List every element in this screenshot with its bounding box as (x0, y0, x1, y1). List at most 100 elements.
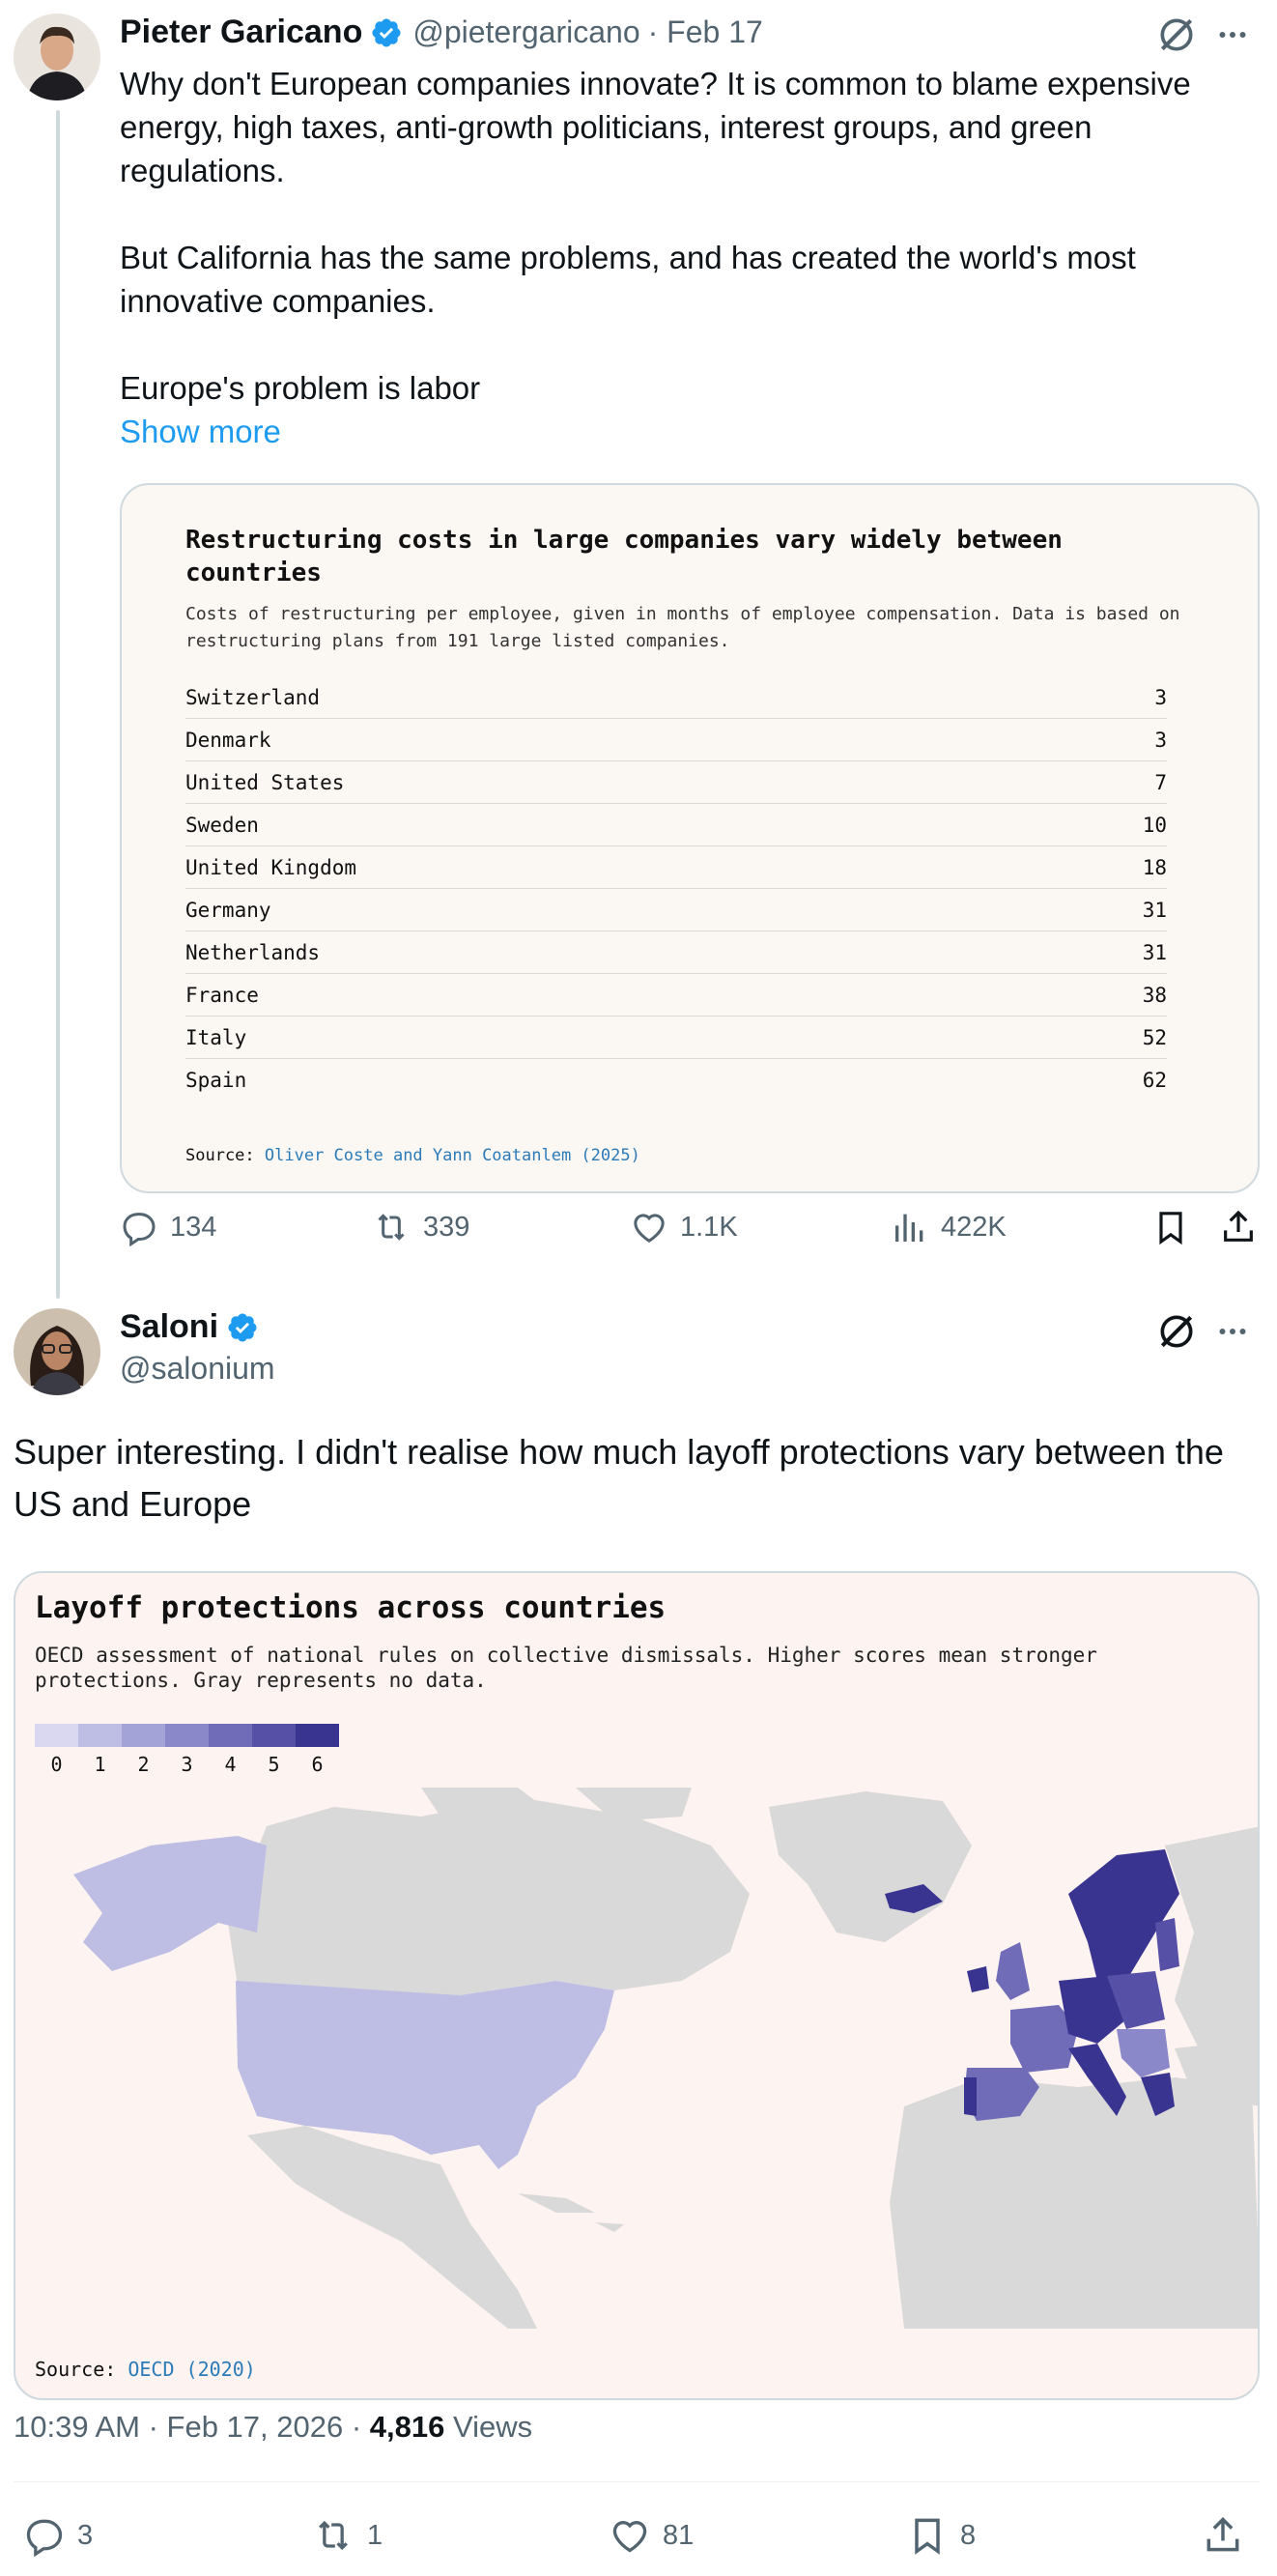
cost-value: 62 (1142, 1069, 1167, 1092)
like-button[interactable]: 1.1K (630, 1208, 738, 1246)
tweet-header: Saloni (120, 1308, 259, 1346)
grok-icon[interactable] (1155, 1310, 1198, 1358)
legend-item: 4 (209, 1724, 252, 1776)
divider (14, 2481, 1260, 2482)
author-name[interactable]: Saloni (120, 1308, 218, 1346)
legend-label: 6 (311, 1753, 324, 1776)
reply-button[interactable]: 134 (120, 1208, 216, 1246)
views-chart-icon (895, 1214, 923, 1242)
source-link[interactable]: Oliver Coste and Yann Coatanlem (2025) (265, 1146, 640, 1165)
country-label: United States (185, 770, 345, 794)
balkans (1117, 2029, 1170, 2077)
legend-label: 1 (94, 1753, 106, 1776)
legend-swatch (252, 1724, 296, 1747)
legend-label: 3 (181, 1753, 193, 1776)
cost-value: 52 (1142, 1025, 1167, 1049)
uk (996, 1942, 1030, 2000)
table-row: Netherlands 31 (185, 931, 1167, 974)
cost-value: 3 (1154, 685, 1167, 709)
verified-badge-icon (228, 1312, 257, 1342)
repost-count: 339 (423, 1211, 470, 1243)
restructuring-costs-card[interactable]: Restructuring costs in large companies v… (120, 483, 1260, 1193)
legend-item: 6 (296, 1724, 339, 1776)
country-label: Netherlands (185, 940, 321, 964)
reply-icon (26, 2519, 63, 2557)
show-more-link[interactable]: Show more (120, 414, 281, 450)
canada (228, 1797, 750, 1995)
like-button[interactable]: 81 (609, 2514, 694, 2557)
views-button[interactable]: 422K (891, 1208, 1007, 1246)
tweet-date[interactable]: · Feb 17 (648, 14, 763, 50)
legend-swatch (165, 1724, 209, 1747)
cost-value: 38 (1142, 983, 1167, 1007)
map-legend: 0 1 2 3 4 5 6 (35, 1724, 339, 1776)
more-options-icon[interactable] (1213, 1314, 1252, 1354)
map-source: Source: OECD (2020) (35, 2358, 256, 2381)
table-row: Spain 62 (185, 1059, 1167, 1102)
table-row: United Kingdom 18 (185, 846, 1167, 889)
table-row: France 38 (185, 974, 1167, 1016)
card-title: Layoff protections across countries (35, 1590, 667, 1625)
thread-connector-line (56, 110, 60, 1299)
legend-swatch (209, 1724, 252, 1747)
baltics (1155, 1918, 1179, 1971)
views-count: 422K (941, 1211, 1007, 1243)
legend-swatch (78, 1724, 122, 1747)
legend-item: 3 (165, 1724, 209, 1776)
table-row: Germany 31 (185, 889, 1167, 931)
country-label: Switzerland (185, 685, 321, 709)
ireland (967, 1966, 989, 1992)
choropleth-map (73, 1788, 1258, 2329)
restructuring-table: Switzerland 3 Denmark 3 United States 7 Sweden… (185, 676, 1167, 1102)
tweet-timestamp[interactable]: 10:39 AM · Feb 17, 2026 · (14, 2410, 370, 2444)
legend-swatch (296, 1724, 339, 1747)
reply-count: 3 (77, 2519, 94, 2551)
cost-value: 31 (1142, 898, 1167, 922)
card-source: Source: Oliver Coste and Yann Coatanlem … (185, 1146, 640, 1165)
reply-count: 134 (170, 1211, 217, 1243)
table-row: Sweden 10 (185, 804, 1167, 846)
avatar[interactable] (14, 1308, 100, 1395)
caribbean (518, 2193, 624, 2232)
table-row: Italy 52 (185, 1016, 1167, 1059)
country-label: United Kingdom (185, 855, 357, 879)
legend-item: 0 (35, 1724, 78, 1776)
africa (890, 2077, 1258, 2329)
like-count: 81 (663, 2519, 695, 2551)
author-handle[interactable]: @pietergaricano (412, 14, 639, 50)
table-row: Denmark 3 (185, 719, 1167, 761)
avatar[interactable] (14, 14, 100, 100)
table-row: United States 7 (185, 761, 1167, 804)
heart-icon (612, 2521, 647, 2553)
layoff-protections-card[interactable]: Layoff protections across countries OECD… (14, 1571, 1260, 2400)
views-total: 4,816 (369, 2410, 445, 2444)
legend-item: 5 (252, 1724, 296, 1776)
bookmark-icon (915, 2518, 940, 2555)
reply-button[interactable]: 3 (23, 2514, 93, 2557)
card-subtitle: Costs of restructuring per employee, giv… (185, 604, 1180, 651)
country-label: Sweden (185, 813, 259, 837)
author-handle[interactable]: @salonium (120, 1351, 275, 1387)
like-count: 1.1K (680, 1211, 738, 1243)
author-name[interactable]: Pieter Garicano (120, 14, 362, 51)
legend-item: 2 (122, 1724, 165, 1776)
repost-button[interactable]: 339 (371, 1208, 469, 1246)
legend-label: 2 (137, 1753, 150, 1776)
share-button[interactable] (1219, 1208, 1258, 1246)
share-button[interactable] (1202, 2514, 1244, 2557)
more-options-icon[interactable] (1213, 17, 1252, 57)
source-link[interactable]: OECD (2020) (128, 2358, 255, 2381)
portugal (964, 2077, 977, 2116)
legend-label: 4 (224, 1753, 237, 1776)
tweet-text: Super interesting. I didn't realise how … (14, 1432, 1224, 1524)
verified-badge-icon (372, 17, 401, 47)
country-label: Denmark (185, 728, 271, 752)
legend-item: 1 (78, 1724, 122, 1776)
bookmark-button[interactable] (1151, 1208, 1190, 1246)
russia-east (1165, 1826, 1258, 2076)
table-row: Switzerland 3 (185, 676, 1167, 719)
bookmark-button[interactable]: 8 (906, 2514, 976, 2557)
repost-button[interactable]: 1 (311, 2514, 383, 2557)
grok-icon[interactable] (1155, 14, 1198, 61)
country-label: Italy (185, 1025, 247, 1049)
